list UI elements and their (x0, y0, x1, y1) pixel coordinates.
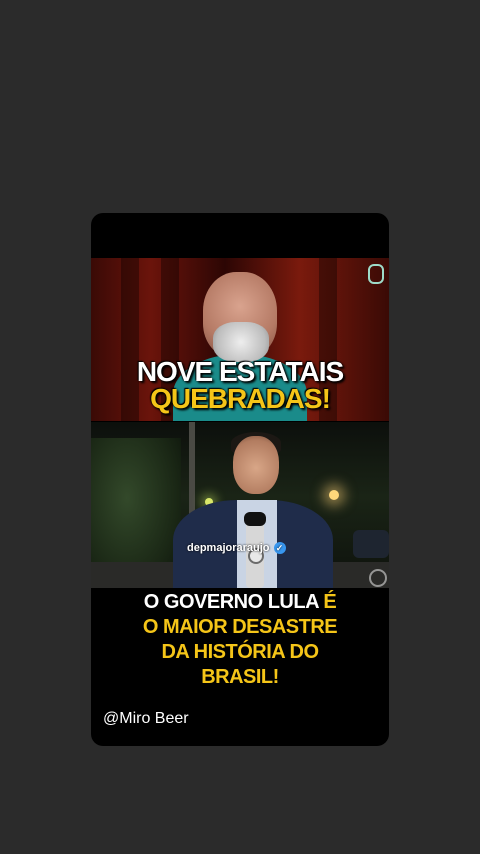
headline-top-line2: QUEBRADAS! (150, 383, 331, 414)
headline-bottom-line2: O MAIOR DESASTRE (142, 616, 338, 638)
street-lamp (329, 490, 339, 500)
headline-bottom-line1-text: O GOVERNO LULA (143, 591, 324, 613)
parked-car (353, 530, 389, 558)
video-card[interactable]: NOVE ESTATAIS QUEBRADAS! depmajoraraujo … (91, 213, 389, 746)
headline-bottom-line3: DA HISTÓRIA DO (161, 641, 319, 663)
headline-top-line1: NOVE ESTATAIS (136, 356, 344, 387)
creator-handle: depmajoraraujo (187, 542, 270, 554)
user-tag[interactable]: @Miro Beer (103, 710, 189, 728)
headline-bottom-line4: BRASIL! (201, 666, 279, 688)
headline-bottom-line1-highlight: É (323, 591, 337, 613)
creator-watermark[interactable]: depmajoraraujo ✓ (187, 538, 286, 558)
reporter-video-frame: depmajoraraujo ✓ (91, 422, 389, 588)
podcast-logo (365, 264, 387, 304)
verified-check-icon: ✓ (273, 542, 286, 554)
headline-top: NOVE ESTATAIS QUEBRADAS! (91, 356, 389, 414)
tv-watermark-icon (369, 569, 387, 587)
microphone-head (244, 512, 266, 526)
headline-bottom-line1: O GOVERNO LULA É (91, 590, 389, 615)
microphone-icon (368, 264, 384, 284)
headline-bottom: O GOVERNO LULA É O MAIOR DESASTRE DA HIS… (91, 590, 389, 690)
reporter-head (233, 436, 279, 494)
